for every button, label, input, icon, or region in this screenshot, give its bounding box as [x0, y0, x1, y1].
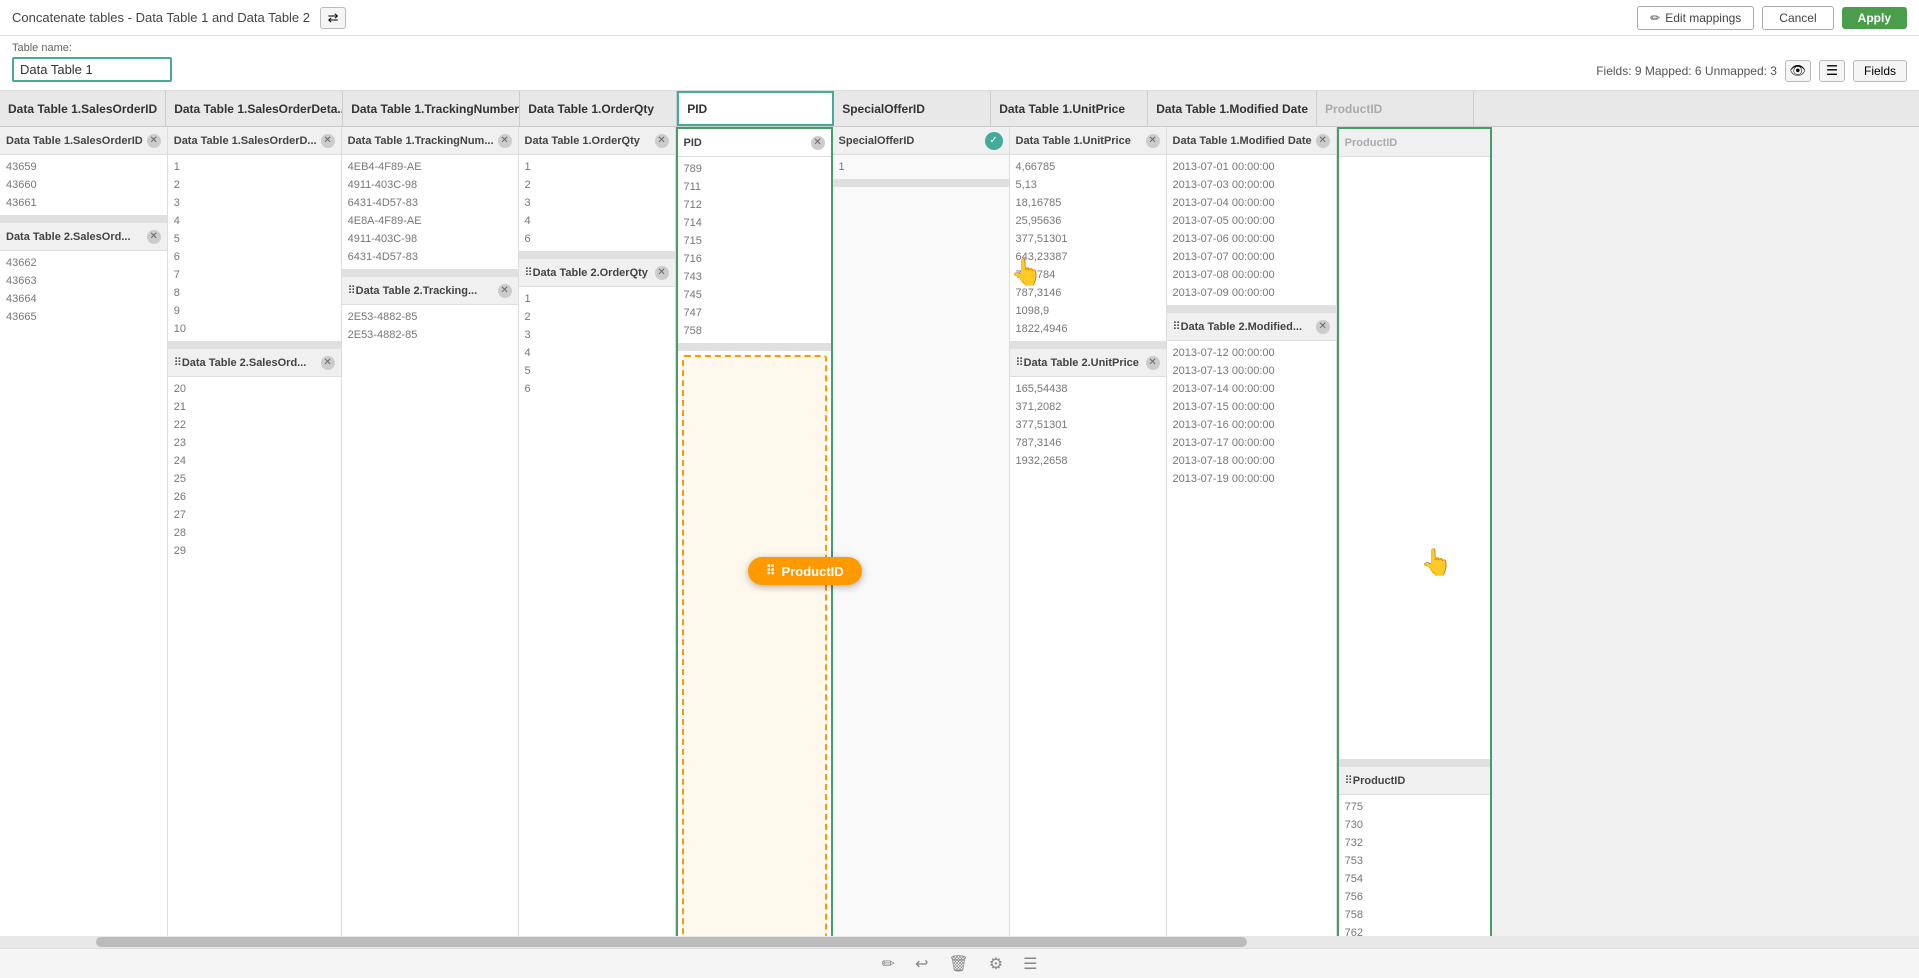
table-name-input[interactable]: [12, 57, 172, 82]
specialofferid-bot-empty: [833, 187, 1009, 965]
col-unitprice-close[interactable]: ✕: [1146, 134, 1160, 148]
table-name-label: Table name:: [12, 42, 172, 54]
col-header-trackingnumber: Data Table 1.TrackingNumber: [343, 91, 520, 126]
toolbar-undo-icon[interactable]: ↩: [915, 954, 928, 974]
col-salesorderid: Data Table 1.SalesOrderID ✕ 43659 43660 …: [0, 127, 168, 965]
col-salesorderdetail-bot-header: ⠿ Data Table 2.SalesOrd... ✕: [168, 349, 341, 377]
col-trackingnumber-top-header: Data Table 1.TrackingNum... ✕: [342, 127, 518, 155]
scrollbar-thumb[interactable]: [96, 937, 1247, 947]
col-orderqty-top-header: Data Table 1.OrderQty ✕: [519, 127, 675, 155]
cancel-button[interactable]: Cancel: [1762, 6, 1833, 30]
pencil-icon: ✏: [1650, 11, 1660, 25]
drag-icon-2: ⠿: [348, 284, 356, 297]
col-header-unitprice: Data Table 1.UnitPrice: [991, 91, 1148, 126]
pid-drop-zone[interactable]: [682, 355, 827, 959]
col-orderqty-bot-header: ⠿ Data Table 2.OrderQty ✕: [519, 259, 675, 287]
horizontal-scrollbar[interactable]: [0, 936, 1919, 948]
col-productid-bot-header: ⠿ ProductID: [1339, 767, 1490, 795]
col-header-pid: PID: [677, 91, 834, 126]
divider-salesorderid: [0, 215, 167, 223]
col-specialofferid-top-header: SpecialOfferID ✓: [833, 127, 1009, 155]
col-salesorderid-top-header: Data Table 1.SalesOrderID ✕: [0, 127, 167, 155]
col-modifieddate-bot-header: ⠿ Data Table 2.Modified... ✕: [1167, 313, 1336, 341]
col-salesorderdetail: Data Table 1.SalesOrderD... ✕ 1 2 3 4 5 …: [168, 127, 342, 965]
column-headers-row: Data Table 1.SalesOrderID Data Table 1.S…: [0, 91, 1919, 127]
toolbar-delete-icon[interactable]: 🗑: [948, 954, 968, 974]
col-pid-top-header: PID ✕: [678, 129, 831, 157]
col-salesorderid-bot-close[interactable]: ✕: [147, 230, 161, 244]
col-salesorderdetail-close[interactable]: ✕: [321, 134, 335, 148]
page-container: Concatenate tables - Data Table 1 and Da…: [0, 0, 1919, 978]
divider-orderqty: [519, 251, 675, 259]
col-salesorderid-close[interactable]: ✕: [147, 134, 161, 148]
apply-button[interactable]: Apply: [1842, 7, 1907, 29]
col-modifieddate-bot-close[interactable]: ✕: [1316, 320, 1330, 334]
col-unitprice-top-header: Data Table 1.UnitPrice ✕: [1010, 127, 1166, 155]
fields-bar: Fields: 9 Mapped: 6 Unmapped: 3 👁 ☰ Fiel…: [1596, 60, 1907, 82]
top-bar-left: Concatenate tables - Data Table 1 and Da…: [12, 7, 346, 29]
table-name-area: Table name:: [12, 42, 172, 82]
col-salesorderdetail-bot-close[interactable]: ✕: [321, 356, 335, 370]
col-pid: PID ✕ 789 711 712 714 715 716 743 745 74…: [676, 127, 833, 965]
fields-button[interactable]: Fields: [1853, 60, 1907, 82]
col-header-orderqty: Data Table 1.OrderQty: [520, 91, 677, 126]
columns-row: Data Table 1.SalesOrderID ✕ 43659 43660 …: [0, 127, 1492, 965]
col-trackingnumber-bot-header: ⠿ Data Table 2.Tracking... ✕: [342, 277, 518, 305]
swap-icon: ⇄: [328, 10, 339, 26]
col-trackingnumber: Data Table 1.TrackingNum... ✕ 4EB4-4F89-…: [342, 127, 519, 965]
col-modifieddate-top-header: Data Table 1.Modified Date ✕: [1167, 127, 1336, 155]
toolbar-pencil-icon[interactable]: ✏: [882, 954, 895, 974]
col-header-salesorderid: Data Table 1.SalesOrderID: [0, 91, 166, 126]
col-salesorderid-bot-header: Data Table 2.SalesOrd... ✕: [0, 223, 167, 251]
specialofferid-check[interactable]: ✓: [985, 132, 1003, 150]
window-title: Concatenate tables - Data Table 1 and Da…: [12, 10, 310, 25]
toolbar-menu-icon[interactable]: ☰: [1023, 954, 1037, 974]
col-trackingnumber-bot-close[interactable]: ✕: [498, 284, 512, 298]
toolbar-settings-icon[interactable]: ⚙: [989, 954, 1003, 974]
col-header-salesorderdetail: Data Table 1.SalesOrderDeta...: [166, 91, 343, 126]
data-area: Data Table 1.SalesOrderID ✕ 43659 43660 …: [0, 127, 1919, 965]
col-orderqty-bot-close[interactable]: ✕: [655, 266, 669, 280]
col-modifieddate: Data Table 1.Modified Date ✕ 2013-07-01 …: [1167, 127, 1337, 965]
col-header-productid: ProductID: [1317, 91, 1474, 126]
col-unitprice-bot-header: ⠿ Data Table 2.UnitPrice ✕: [1010, 349, 1166, 377]
col-salesorderdetail-top-header: Data Table 1.SalesOrderD... ✕: [168, 127, 341, 155]
col-pid-close[interactable]: ✕: [811, 136, 825, 150]
top-bar: Concatenate tables - Data Table 1 and Da…: [0, 0, 1919, 36]
col-productid-top-header: ProductID: [1339, 129, 1490, 157]
col-unitprice-bot-close[interactable]: ✕: [1146, 356, 1160, 370]
drag-icon-3: ⠿: [525, 266, 533, 279]
lines-button[interactable]: ☰: [1819, 60, 1845, 82]
fields-info: Fields: 9 Mapped: 6 Unmapped: 3: [1596, 64, 1777, 78]
eye-icon: 👁: [1790, 63, 1807, 79]
divider-trackingnumber: [342, 269, 518, 277]
lines-icon: ☰: [1826, 63, 1838, 79]
col-modifieddate-close[interactable]: ✕: [1316, 134, 1330, 148]
drag-icon: ⠿: [174, 356, 182, 369]
col-header-specialofferid: SpecialOfferID: [834, 91, 991, 126]
col-trackingnumber-close[interactable]: ✕: [498, 134, 512, 148]
bottom-toolbar: ✏ ↩ 🗑 ⚙ ☰: [0, 948, 1919, 978]
divider-salesorderdetail: [168, 341, 341, 349]
col-unitprice: Data Table 1.UnitPrice ✕ 4,66785 5,13 18…: [1010, 127, 1167, 965]
top-bar-right: ✏ Edit mappings Cancel Apply: [1637, 6, 1907, 30]
col-specialofferid: SpecialOfferID ✓ 1: [833, 127, 1010, 965]
eye-button[interactable]: 👁: [1785, 60, 1811, 82]
col-header-modifieddate: Data Table 1.Modified Date: [1148, 91, 1317, 126]
col-productid: ProductID ⠿ ProductID 775 730 732 753 75…: [1337, 127, 1492, 965]
col-orderqty: Data Table 1.OrderQty ✕ 1 2 3 4 6 ⠿ Data…: [519, 127, 676, 965]
col-orderqty-close[interactable]: ✕: [655, 134, 669, 148]
swap-button[interactable]: ⇄: [320, 7, 346, 29]
edit-mappings-button[interactable]: ✏ Edit mappings: [1637, 6, 1754, 30]
